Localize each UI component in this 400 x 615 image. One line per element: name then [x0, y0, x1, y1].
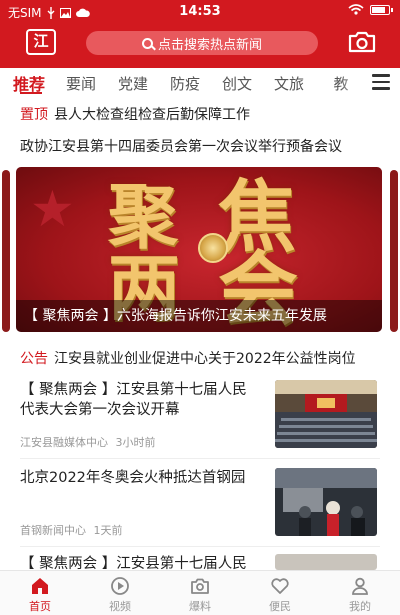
carousel-prev-card[interactable] [2, 170, 10, 332]
nav-label: 首页 [29, 600, 51, 613]
pinned-item[interactable]: 置顶 县人大检查组检查后勤保障工作 [20, 104, 382, 124]
camera-icon [191, 578, 209, 594]
news-thumbnail [275, 380, 377, 448]
menu-icon[interactable] [372, 74, 390, 90]
tab-epidemic[interactable]: 防疫 [164, 73, 206, 94]
search-icon [141, 37, 153, 49]
user-icon [352, 577, 368, 595]
status-time: 14:53 [179, 4, 221, 19]
nav-label: 视频 [109, 600, 131, 613]
nav-report[interactable]: 爆料 [160, 571, 240, 615]
news-meta: 江安县融媒体中心 3小时前 [20, 434, 156, 450]
news-meta: 首钢新闻中心 1天前 [20, 522, 123, 538]
divider [20, 546, 380, 547]
headline-item[interactable]: 政协江安县第十四届委员会第一次会议举行预备会议 [20, 136, 382, 156]
notice-tag: 公告 [20, 351, 48, 367]
emblem-icon [198, 233, 228, 263]
nav-video[interactable]: 视频 [80, 571, 160, 615]
news-thumbnail [275, 554, 377, 570]
nav-services[interactable]: 便民 [240, 571, 320, 615]
news-title: 北京2022年冬奥会火种抵达首钢园 [20, 470, 246, 486]
pinned-title: 县人大检查组检查后勤保障工作 [54, 107, 250, 123]
news-source: 首钢新闻中心 [20, 524, 86, 537]
news-time: 1天前 [93, 524, 123, 537]
news-source: 江安县融媒体中心 [20, 436, 108, 449]
status-right [348, 4, 393, 15]
tabs-fade [338, 70, 368, 96]
tab-headlines[interactable]: 要闻 [60, 73, 102, 94]
divider [20, 458, 380, 459]
news-title: 【 聚焦两会 】江安县第十七届人民代表大会第一次会议开幕 [20, 382, 247, 418]
battery-icon [370, 4, 393, 15]
notice-title: 江安县就业创业促进中心关于2022年公益性岗位 [54, 351, 356, 367]
nav-label: 便民 [269, 600, 291, 613]
active-tab-indicator [20, 92, 42, 94]
news-thumbnail [275, 468, 377, 536]
headline-title: 政协江安县第十四届委员会第一次会议举行预备会议 [20, 139, 342, 155]
heart-icon [271, 578, 289, 594]
nav-label: 爆料 [189, 600, 211, 613]
tab-culture-tourism[interactable]: 文旅 [268, 73, 310, 94]
carousel-banner[interactable]: ★ 聚 焦 两 会 【 聚焦两会 】六张海报告诉你江安未来五年发展 [16, 167, 382, 332]
carousel-next-card[interactable] [390, 170, 398, 332]
bottom-nav: 首页 视频 爆料 便民 我的 [0, 570, 400, 615]
nav-profile[interactable]: 我的 [320, 571, 400, 615]
app-header: 无SIM 14:53 江 点击搜索热点新闻 [0, 0, 400, 68]
search-bar[interactable]: 点击搜索热点新闻 [86, 31, 318, 55]
play-icon [111, 577, 129, 595]
news-item[interactable]: 北京2022年冬奥会火种抵达首钢园 首钢新闻中心 1天前 [20, 468, 380, 538]
camera-icon[interactable] [348, 31, 376, 53]
news-item[interactable]: 【 聚焦两会 】江安县第十七届人民 [20, 554, 380, 570]
app-logo[interactable]: 江 [26, 29, 56, 55]
status-bar: 无SIM 14:53 [0, 0, 400, 24]
notice-item[interactable]: 公告 江安县就业创业促进中心关于2022年公益性岗位 [20, 348, 382, 368]
nav-home[interactable]: 首页 [0, 571, 80, 615]
tab-civilization[interactable]: 创文 [216, 73, 258, 94]
banner-caption: 【 聚焦两会 】六张海报告诉你江安未来五年发展 [16, 300, 382, 332]
nav-label: 我的 [349, 600, 371, 613]
news-title: 【 聚焦两会 】江安县第十七届人民 [20, 556, 247, 570]
wifi-icon [348, 4, 364, 15]
pinned-tag: 置顶 [20, 107, 48, 123]
star-decoration: ★ [30, 180, 75, 238]
search-placeholder: 点击搜索热点新闻 [157, 37, 262, 53]
tab-party[interactable]: 党建 [112, 73, 154, 94]
home-icon [32, 578, 48, 594]
news-time: 3小时前 [115, 436, 156, 449]
news-item[interactable]: 【 聚焦两会 】江安县第十七届人民代表大会第一次会议开幕 江安县融媒体中心 3小… [20, 380, 380, 450]
